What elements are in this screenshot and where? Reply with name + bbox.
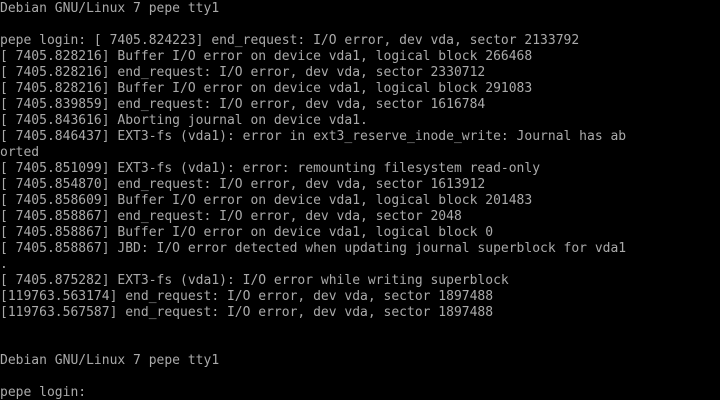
console-line: [119763.563174] end_request: I/O error, … (0, 289, 494, 304)
console-line: [ 7405.828216] Buffer I/O error on devic… (0, 49, 533, 64)
console-line: [ 7405.828216] Buffer I/O error on devic… (0, 81, 533, 96)
console-line: [ 7405.843616] Aborting journal on devic… (0, 113, 368, 128)
console-line: [ 7405.828216] end_request: I/O error, d… (0, 65, 486, 80)
console-line: [ 7405.846437] EXT3-fs (vda1): error in … (0, 129, 627, 144)
console-line: [ 7405.858867] end_request: I/O error, d… (0, 209, 462, 224)
console-line: Debian GNU/Linux 7 pepe tty1 (0, 1, 220, 16)
console-line: [ 7405.875282] EXT3-fs (vda1): I/O error… (0, 273, 509, 288)
console-line: [ 7405.854870] end_request: I/O error, d… (0, 177, 486, 192)
console-line: [ 7405.851099] EXT3-fs (vda1): error: re… (0, 161, 541, 176)
console-line: [ 7405.858867] JBD: I/O error detected w… (0, 241, 627, 256)
console-line: orted (0, 145, 40, 160)
console-line: [ 7405.858867] Buffer I/O error on devic… (0, 225, 494, 240)
console-line: [119763.567587] end_request: I/O error, … (0, 305, 494, 320)
console-line: [ 7405.839859] end_request: I/O error, d… (0, 97, 486, 112)
console-line: Debian GNU/Linux 7 pepe tty1 (0, 353, 220, 368)
console-line: [ 7405.858609] Buffer I/O error on devic… (0, 193, 533, 208)
console-line: pepe login: (0, 385, 94, 400)
console-line: . (0, 257, 8, 272)
tty-console[interactable]: Debian GNU/Linux 7 pepe tty1 pepe login: … (0, 0, 720, 400)
console-line: pepe login: [ 7405.824223] end_request: … (0, 33, 580, 48)
